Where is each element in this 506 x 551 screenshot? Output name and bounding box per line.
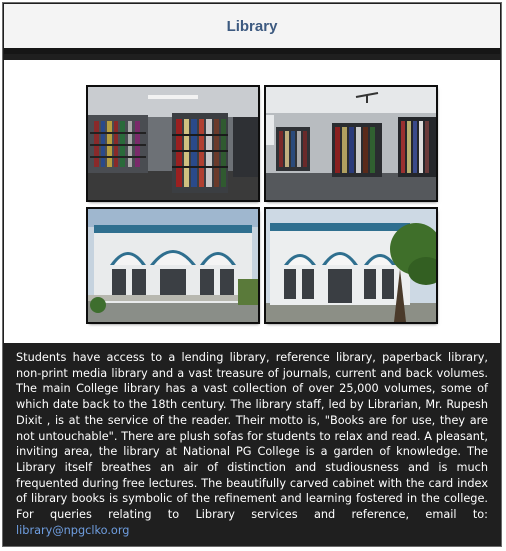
photo-gallery xyxy=(4,60,500,343)
library-building-exterior-photo-1 xyxy=(88,209,258,322)
library-email-link[interactable]: library@npgclko.org xyxy=(16,524,129,537)
library-building-exterior-photo-2 xyxy=(266,209,436,322)
description-text: Students have access to a lending librar… xyxy=(16,351,488,522)
description-paragraph: Students have access to a lending librar… xyxy=(16,350,488,538)
library-shelves-photo-1 xyxy=(88,87,258,200)
library-description: Students have access to a lending librar… xyxy=(4,343,500,545)
library-shelves-photo-2 xyxy=(266,87,436,200)
library-panel: Library Students have access to a lendin… xyxy=(2,2,502,547)
panel-header: Library xyxy=(4,4,500,54)
page-title: Library xyxy=(226,17,278,35)
